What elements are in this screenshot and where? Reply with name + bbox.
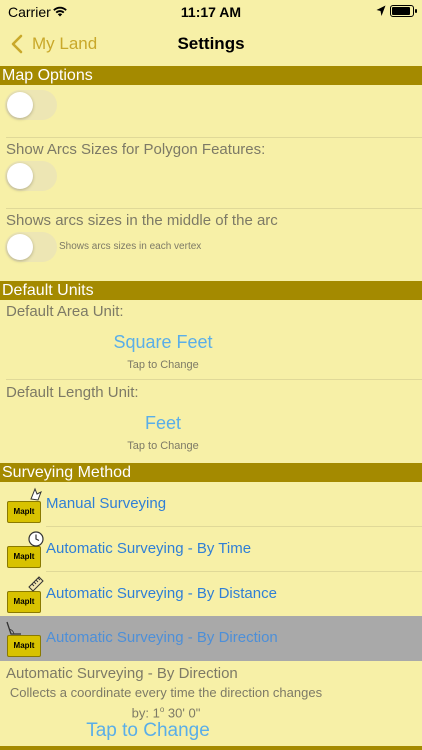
location-arrow-icon (376, 5, 386, 16)
hand-pointer-icon: MapIt (7, 487, 43, 523)
section-header-default-units: Default Units (0, 281, 422, 300)
method-label: Automatic Surveying - By Direction (46, 629, 278, 646)
area-unit-value[interactable]: Square Feet (0, 332, 326, 353)
ruler-icon: MapIt (7, 576, 44, 613)
pointer-glyph (30, 487, 42, 501)
clock-glyph (28, 531, 44, 547)
selected-method-description: Collects a coordinate every time the dir… (0, 684, 332, 721)
method-by-direction[interactable]: MapIt Automatic Surveying - By Direction (0, 616, 422, 661)
method-label: Manual Surveying (46, 495, 167, 512)
length-tap-hint: Tap to Change (127, 440, 199, 452)
mapit-badge: MapIt (7, 501, 41, 523)
status-bar: Carrier 11:17 AM (0, 0, 422, 24)
arcs-middle-label: Shows arcs sizes in the middle of the ar… (6, 212, 278, 229)
map-option-toggle[interactable] (5, 90, 57, 120)
default-area-label: Default Area Unit: (6, 303, 124, 320)
navigation-bar: My Land Settings (0, 24, 422, 66)
selected-method-title: Automatic Surveying - By Direction (6, 665, 238, 682)
clock-time: 11:17 AM (180, 4, 242, 20)
default-length-label: Default Length Unit: (6, 384, 139, 401)
method-by-distance[interactable]: MapIt Automatic Surveying - By Distance (0, 572, 422, 617)
back-button[interactable]: My Land (10, 32, 97, 56)
change-direction-button[interactable]: Tap to Change (0, 720, 296, 742)
battery-level (392, 7, 410, 15)
section-header-surveying-method: Surveying Method (0, 463, 422, 482)
direction-interval: by: 1o 30' 0" (0, 701, 332, 721)
back-button-label: My Land (32, 34, 98, 53)
section-header-map-options: Map Options (0, 66, 422, 85)
row-divider (6, 379, 422, 380)
toggle-knob (7, 92, 33, 118)
mapit-badge: MapIt (7, 591, 41, 613)
method-manual-surveying[interactable]: MapIt Manual Surveying (0, 482, 422, 527)
method-label: Automatic Surveying - By Time (46, 540, 252, 557)
clock-icon: MapIt (7, 531, 44, 568)
arcs-sizes-toggle[interactable] (5, 161, 57, 191)
method-label: Automatic Surveying - By Distance (46, 585, 277, 602)
mapit-badge: MapIt (7, 635, 41, 657)
mapit-badge: MapIt (7, 546, 41, 568)
arcs-vertex-note: Shows arcs sizes in each vertex (59, 241, 202, 252)
angle-icon: MapIt (6, 621, 43, 657)
arcs-vertex-toggle[interactable] (5, 232, 57, 262)
area-tap-hint: Tap to Change (127, 359, 199, 371)
length-unit-value[interactable]: Feet (0, 413, 326, 434)
toggle-knob (7, 163, 33, 189)
bottom-section-header (0, 746, 422, 750)
angle-glyph (6, 621, 21, 635)
row-divider (6, 137, 422, 138)
row-divider (6, 208, 422, 209)
arcs-sizes-label: Show Arcs Sizes for Polygon Features: (6, 141, 266, 158)
battery-icon (390, 5, 417, 17)
method-by-time[interactable]: MapIt Automatic Surveying - By Time (0, 527, 422, 572)
chevron-left-icon (11, 34, 23, 54)
toggle-knob (7, 234, 33, 260)
interval-prefix: by: 1 (131, 705, 160, 721)
description-text: Collects a coordinate every time the dir… (9, 685, 323, 700)
interval-rest: 30' 0" (164, 705, 201, 721)
ruler-glyph (28, 576, 44, 592)
